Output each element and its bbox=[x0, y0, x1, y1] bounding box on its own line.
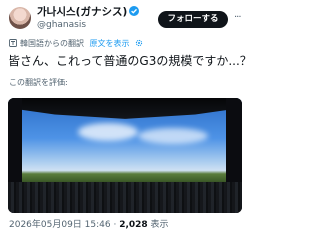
user-handle[interactable]: @ghanasis bbox=[37, 20, 86, 31]
cloud-shape bbox=[138, 128, 208, 144]
cloud-shape bbox=[78, 123, 138, 141]
show-original-link[interactable]: 原文を表示 bbox=[90, 39, 130, 48]
translation-note: 韓国語からの翻訳 bbox=[20, 39, 84, 48]
translation-row: 韓国語からの翻訳 原文を表示 bbox=[9, 39, 143, 49]
follow-button[interactable]: フォローする bbox=[158, 11, 228, 28]
views-label: 表示 bbox=[147, 220, 169, 230]
grandstand-roof bbox=[8, 98, 242, 119]
tweet-timestamp[interactable]: 2026年05月09日 15:46 · 2,028 表示 bbox=[9, 220, 169, 231]
verified-badge-icon bbox=[129, 6, 140, 16]
avatar[interactable] bbox=[9, 7, 31, 29]
gear-icon[interactable] bbox=[135, 39, 143, 47]
display-name[interactable]: 가나시스(ガナシス) bbox=[37, 6, 140, 19]
views-count: 2,028 bbox=[119, 220, 148, 230]
tweet-text: 皆さん、これって普通のG3の規模ですか...？ bbox=[8, 54, 252, 68]
more-options-icon[interactable]: ··· bbox=[234, 12, 241, 24]
display-name-text[interactable]: 가나시스(ガナシス) bbox=[37, 6, 127, 18]
tweet-date[interactable]: 2026年05月09日 15:46 bbox=[9, 220, 111, 230]
translate-icon bbox=[9, 39, 17, 47]
crowd bbox=[8, 182, 242, 213]
separator: · bbox=[110, 220, 120, 230]
rate-translation-link[interactable]: この翻訳を評価: bbox=[9, 78, 68, 88]
tweet-photo[interactable] bbox=[8, 98, 242, 213]
